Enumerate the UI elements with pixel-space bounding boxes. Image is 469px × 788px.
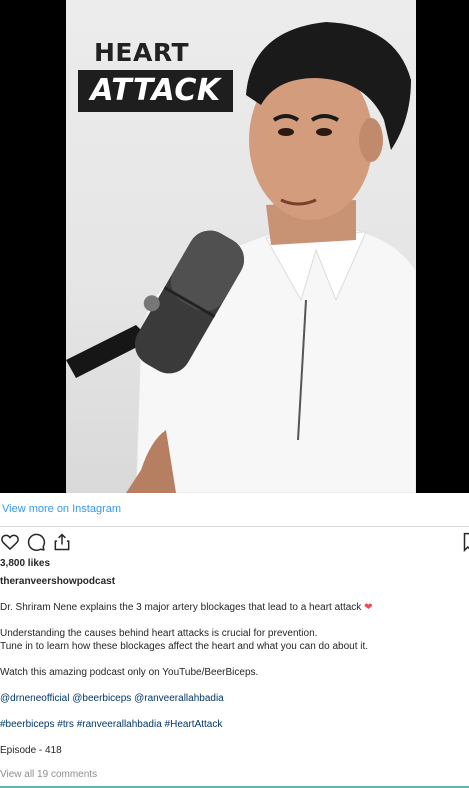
overlay-title-heart: HEART — [94, 38, 190, 67]
caption-text-1: Dr. Shriram Nene explains the 3 major ar… — [0, 602, 362, 613]
caption-line: Dr. Shriram Nene explains the 3 major ar… — [0, 601, 465, 614]
caption-episode: Episode - 418 — [0, 745, 62, 756]
view-all-comments-link[interactable]: View all 19 comments — [0, 769, 97, 780]
caption-hashtags[interactable]: #beerbiceps #trs #ranveerallahbadia #Hea… — [0, 718, 465, 731]
overlay-title-attack: ATTACK — [78, 70, 233, 112]
share-upload-icon[interactable] — [52, 532, 72, 552]
caption-text-3: Tune in to learn how these blockages aff… — [0, 641, 369, 652]
comment-bubble-icon[interactable] — [26, 532, 46, 552]
likes-count[interactable]: 3,800 likes — [0, 558, 50, 569]
bookmark-icon[interactable] — [462, 532, 469, 552]
post-image: HEART ATTACK — [66, 0, 416, 493]
post-caption: Dr. Shriram Nene explains the 3 major ar… — [0, 601, 465, 757]
post-username[interactable]: theranveershowpodcast — [0, 576, 115, 587]
view-more-link[interactable]: View more on Instagram — [2, 503, 121, 515]
post-media[interactable]: HEART ATTACK — [0, 0, 469, 493]
action-bar — [0, 532, 469, 554]
heart-outline-icon[interactable] — [0, 532, 20, 552]
red-heart-emoji-icon: ❤ — [364, 602, 373, 613]
divider — [0, 526, 469, 527]
caption-text-2: Understanding the causes behind heart at… — [0, 628, 318, 639]
caption-mentions[interactable]: @drneneofficial @beerbiceps @ranveeralla… — [0, 692, 465, 705]
caption-text-4: Watch this amazing podcast only on YouTu… — [0, 667, 259, 678]
